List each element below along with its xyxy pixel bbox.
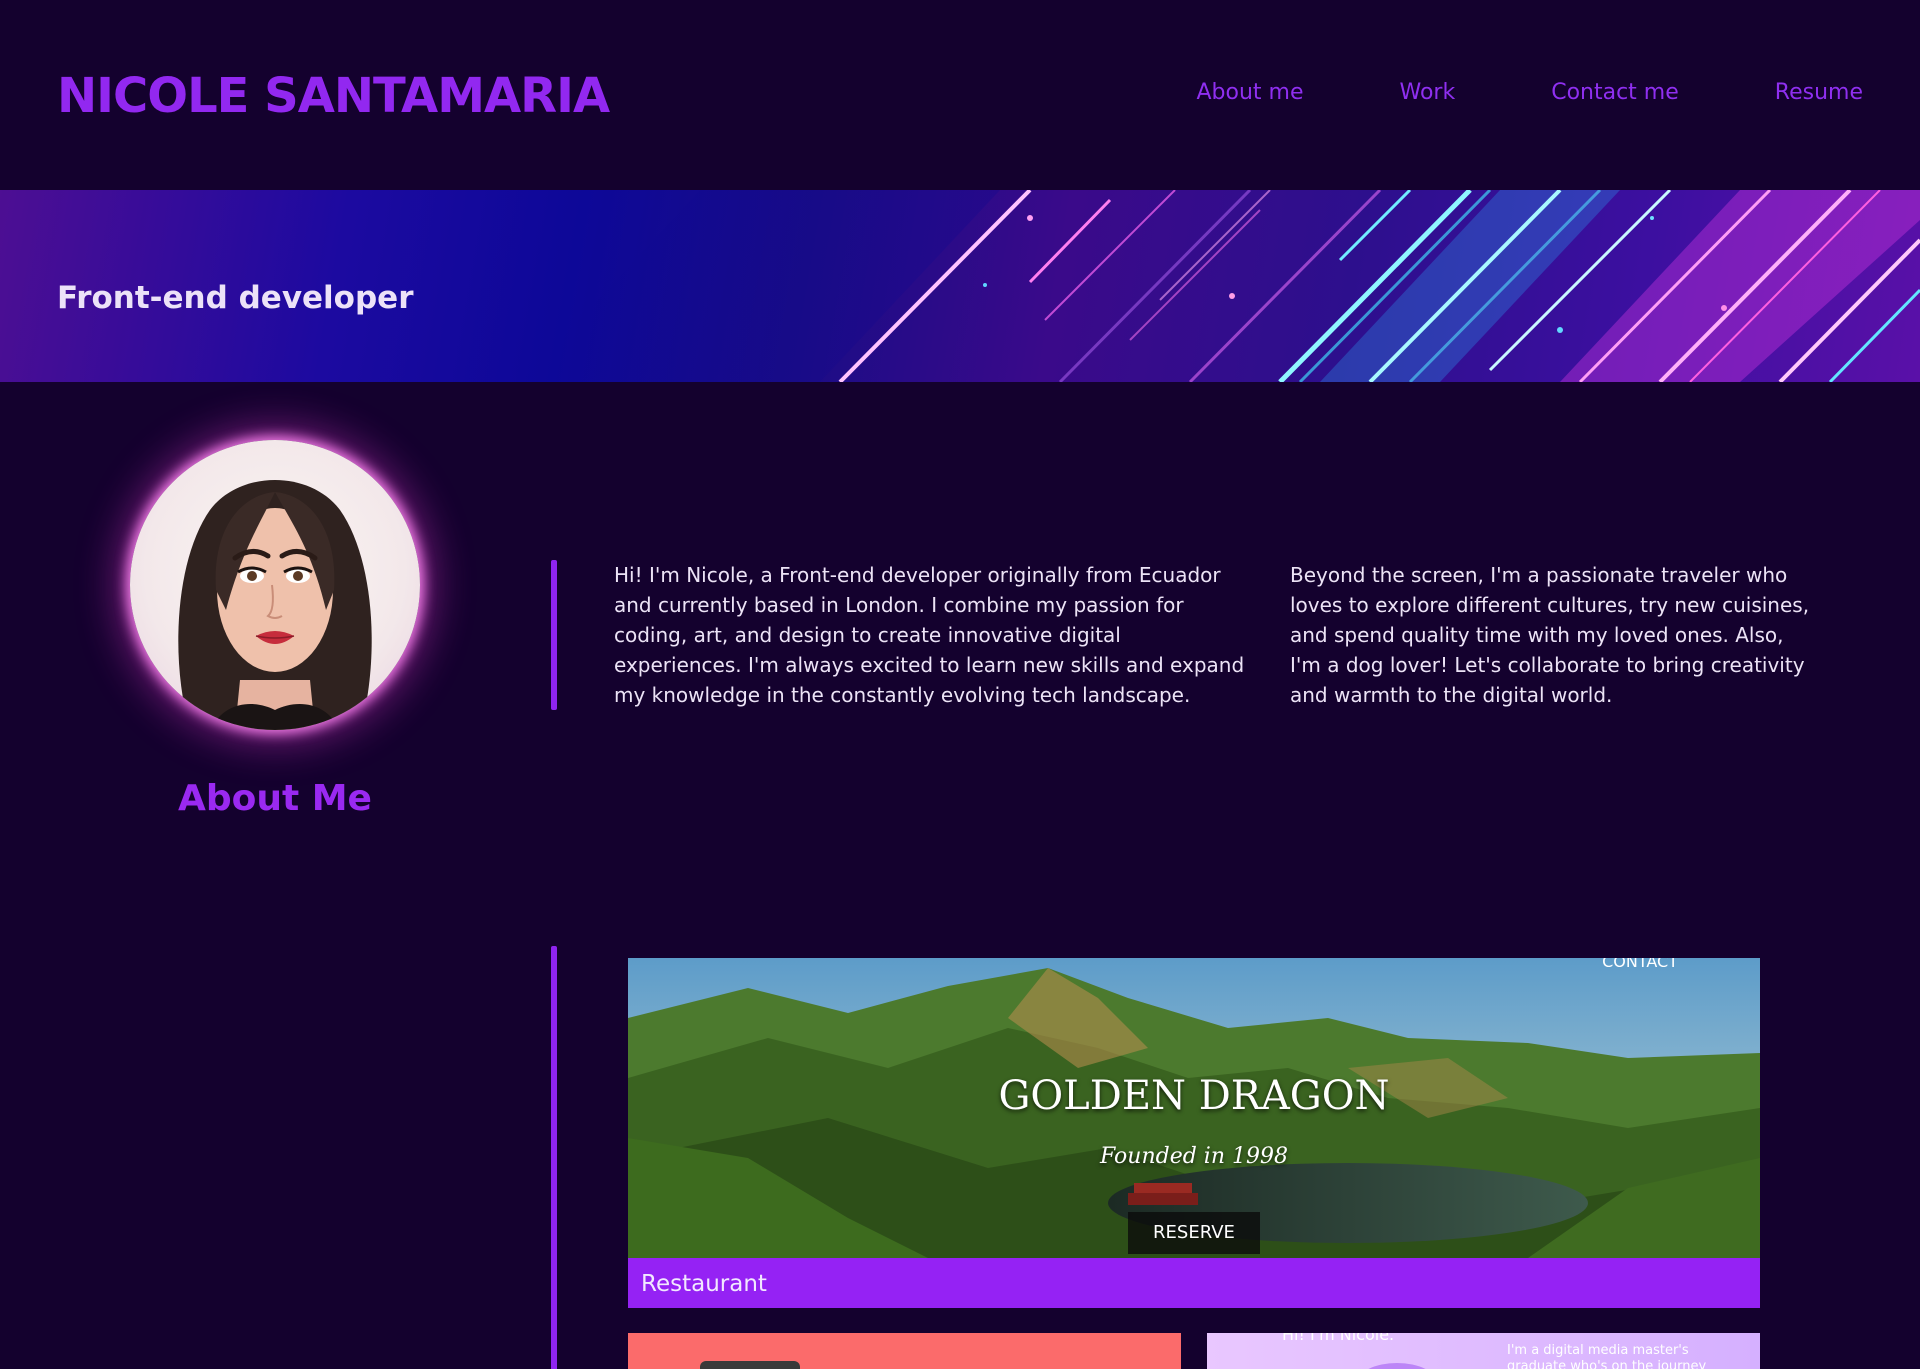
device-frame	[700, 1361, 800, 1369]
hero-banner: Front-end developer	[0, 190, 1920, 382]
work-divider	[551, 946, 557, 1369]
avatar-illustration	[178, 480, 372, 730]
main-nav: About me Work Contact me Resume	[1196, 80, 1863, 105]
site-header: NICOLE SANTAMARIA About me Work Contact …	[0, 0, 1920, 190]
site-name[interactable]: NICOLE SANTAMARIA	[57, 68, 610, 124]
project-screenshot: CONTACT GOLDEN DRAGON Founded in 1998 RE…	[628, 958, 1760, 1258]
nav-resume[interactable]: Resume	[1775, 80, 1863, 105]
project-screenshot-nav: CONTACT	[1602, 958, 1678, 971]
project-card-3-heading: Hi! I'm Nicole.	[1282, 1333, 1395, 1344]
portfolio-page: NICOLE SANTAMARIA About me Work Contact …	[0, 0, 1920, 1369]
project-screenshot-reserve-button: RESERVE	[1128, 1212, 1260, 1254]
nav-work[interactable]: Work	[1400, 80, 1456, 105]
tagline: Front-end developer	[57, 280, 414, 316]
nav-contact-me[interactable]: Contact me	[1551, 80, 1679, 105]
project-screenshot-title: GOLDEN DRAGON	[998, 1073, 1390, 1119]
project-card-restaurant[interactable]: CONTACT GOLDEN DRAGON Founded in 1998 RE…	[628, 958, 1760, 1308]
project-card-2[interactable]	[628, 1333, 1181, 1369]
bio-paragraph-left: Hi! I'm Nicole, a Front-end developer or…	[614, 563, 1245, 707]
project-card-3[interactable]: Hi! I'm Nicole. I'm a digital media mast…	[1207, 1333, 1760, 1369]
project-card-3-text: I'm a digital media master's graduate wh…	[1507, 1343, 1707, 1369]
nav-about-me[interactable]: About me	[1196, 80, 1303, 105]
avatar	[130, 440, 420, 730]
about-title: About Me	[178, 778, 372, 819]
project-label[interactable]: Restaurant	[628, 1258, 1760, 1308]
bio-paragraph-right: Beyond the screen, I'm a passionate trav…	[1290, 563, 1810, 707]
avatar-circle	[1357, 1363, 1437, 1369]
project-screenshot-subtitle: Founded in 1998	[1099, 1144, 1288, 1169]
about-divider	[551, 560, 557, 710]
